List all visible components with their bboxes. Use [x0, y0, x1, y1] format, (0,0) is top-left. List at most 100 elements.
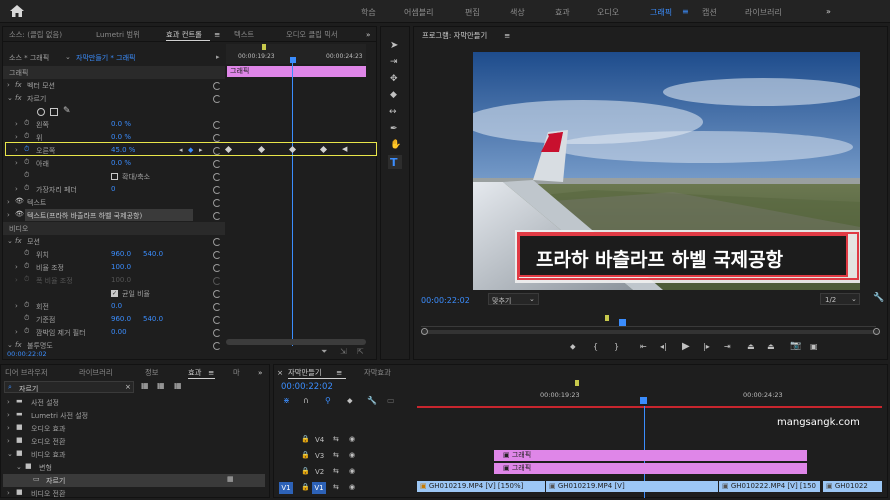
reset-icon[interactable] [213, 316, 221, 324]
tab-menu-icon[interactable]: ≡ [214, 30, 220, 39]
expand-arrow-icon[interactable]: › [15, 120, 18, 128]
reset-icon[interactable] [213, 95, 221, 103]
export-icon[interactable]: ⇱ [357, 347, 364, 356]
track-header-v3[interactable]: 🔒 V3 ⇆ ◉ [279, 448, 414, 464]
tab-info[interactable]: 정보 [145, 368, 158, 378]
layer-label[interactable]: 텍스트(프라하 바츨라프 하벨 국제공항) [27, 211, 142, 221]
graphic-clip-v3[interactable]: ▣ 그래픽 [494, 450, 807, 461]
tab-sequence[interactable]: 자막효과 [364, 368, 391, 378]
expand-arrow-icon[interactable]: › [15, 133, 18, 141]
sync-lock-icon[interactable]: ⇆ [333, 435, 339, 443]
lock-icon[interactable]: 🔒 [301, 435, 310, 443]
tree-item[interactable]: › ■ 비디오 전환 [3, 487, 265, 500]
add-marker-icon[interactable]: ⬥ [570, 342, 576, 352]
type-tool-icon[interactable]: T [390, 156, 398, 169]
tree-item[interactable]: ⌄ ■ 비디오 효과 [3, 448, 265, 461]
tab-menu-icon[interactable]: ≡ [336, 368, 342, 377]
playhead-marker[interactable] [290, 57, 296, 63]
lift-icon[interactable]: ⏏ [747, 342, 755, 351]
tab-markers[interactable]: 마 [233, 368, 240, 378]
reset-icon[interactable] [213, 303, 221, 311]
reset-icon[interactable] [213, 342, 221, 350]
sync-lock-icon[interactable]: ⇆ [333, 451, 339, 459]
property-value[interactable]: 960.0 [111, 315, 131, 323]
zoom-handle-right[interactable] [873, 328, 880, 335]
track-target-v1[interactable]: V1 [312, 482, 326, 494]
property-value-2[interactable]: 540.0 [143, 250, 163, 258]
pen-tool-icon[interactable]: ✒ [390, 124, 398, 134]
ripple-edit-tool-icon[interactable]: ✥ [390, 74, 398, 84]
razor-tool-icon[interactable]: ◆ [390, 90, 397, 100]
hand-tool-icon[interactable]: ✋ [390, 140, 401, 150]
fx-icon[interactable]: fx [15, 237, 22, 245]
expand-arrow-icon[interactable]: › [7, 211, 10, 219]
filter-icon[interactable]: ⏷ [321, 347, 327, 357]
zoom-scrollbar[interactable] [226, 339, 366, 345]
tab-media-browser[interactable]: 디어 브라우저 [5, 368, 48, 378]
caption-box[interactable]: 프라하 바츨라프 하벨 국제공항 [518, 234, 848, 277]
stopwatch-icon[interactable]: ⏱ [24, 119, 29, 128]
eye-icon[interactable]: ◉ [349, 451, 355, 459]
tab-text[interactable]: 텍스트 [234, 30, 254, 40]
chevron-down-icon[interactable]: ⌄ [65, 53, 71, 66]
tree-item[interactable]: › ▬ Lumetri 사전 설정 [3, 409, 265, 422]
workspace-tab[interactable]: 편집 [465, 7, 480, 18]
workspace-tab[interactable]: 색상 [510, 7, 525, 18]
comparison-view-icon[interactable]: ▣ [810, 342, 818, 351]
video-clip[interactable]: ▣ GH010219.MP4 [V] [150%] [417, 481, 545, 492]
workspace-menu-icon[interactable]: ≡ [682, 7, 689, 16]
reset-icon[interactable] [213, 329, 221, 337]
reset-icon[interactable] [213, 82, 221, 90]
selection-tool-icon[interactable]: ➤ [390, 40, 398, 51]
lock-icon[interactable]: 🔒 [301, 483, 310, 491]
stopwatch-icon[interactable]: ⏱ [24, 171, 29, 180]
reset-icon[interactable] [213, 264, 221, 272]
source-patch-v1[interactable]: V1 [279, 482, 293, 494]
ellipse-mask-icon[interactable] [37, 108, 45, 116]
reset-icon[interactable] [213, 212, 221, 220]
expand-arrow-icon[interactable]: › [15, 263, 18, 271]
video-clip[interactable]: ▣ GH010222.MP4 [V] [150 [719, 481, 820, 492]
linked-selection-icon[interactable]: ⚲ [325, 396, 331, 405]
video-clip[interactable]: ▣ GH01022 [823, 481, 882, 492]
fit-dropdown[interactable]: 맞추기 ⌄ [488, 293, 539, 305]
zoom-checkbox[interactable] [111, 173, 118, 180]
program-time-ruler[interactable] [421, 315, 876, 327]
video-frame[interactable]: 프라하 바츨라프 하벨 국제공항 [473, 52, 860, 290]
eye-icon[interactable]: ◉ [349, 435, 355, 443]
snap-icon[interactable]: ∩ [303, 396, 309, 405]
expand-arrow-icon[interactable]: › [15, 159, 18, 167]
collapse-arrow-icon[interactable]: ⌄ [7, 94, 13, 102]
work-area-bar[interactable] [417, 406, 882, 408]
workspace-tab[interactable]: 효과 [555, 7, 570, 18]
step-back-icon[interactable]: ◂| [660, 342, 667, 351]
tab-audio-clip-mixer[interactable]: 오디오 클립 믹서 [286, 30, 338, 40]
stopwatch-icon[interactable]: ⏱ [24, 158, 29, 167]
workspace-tab[interactable]: 학습 [361, 7, 376, 18]
rectangle-mask-icon[interactable] [50, 108, 58, 116]
timeline-timecode[interactable]: 00:00:22:02 [281, 382, 333, 392]
reset-icon[interactable] [213, 160, 221, 168]
panel-menu-icon[interactable]: ≡ [504, 31, 510, 40]
home-icon[interactable] [10, 5, 24, 17]
lock-icon[interactable]: 🔒 [301, 451, 310, 459]
reset-icon[interactable] [213, 121, 221, 129]
tab-effects[interactable]: 효과 [188, 368, 201, 378]
stopwatch-icon[interactable]: ⏱ [24, 301, 29, 310]
program-title[interactable]: 프로그램: 자막만들기 [422, 31, 487, 41]
video-clip[interactable]: ▣ GH010219.MP4 [V] [546, 481, 718, 492]
reset-icon[interactable] [213, 173, 221, 181]
expand-arrow-icon[interactable]: › [7, 81, 10, 89]
current-time[interactable]: 00:00:22:02 [7, 350, 47, 358]
reset-icon[interactable] [213, 186, 221, 194]
property-value[interactable]: 0.00 [111, 328, 127, 336]
track-header-v4[interactable]: 🔒 V4 ⇆ ◉ [279, 432, 414, 448]
tab-source[interactable]: 소스: (클립 없음) [9, 30, 62, 40]
track-select-tool-icon[interactable]: ⇥ [390, 57, 398, 67]
tree-item[interactable]: ⌄ ■ 변형 [3, 461, 265, 474]
step-forward-icon[interactable]: |▸ [703, 342, 710, 351]
close-tab-icon[interactable]: × [277, 368, 283, 377]
stopwatch-icon[interactable]: ⏱ [24, 132, 29, 141]
eye-icon[interactable]: ◉ [349, 467, 355, 475]
nest-toggle-icon[interactable]: ⋇ [283, 396, 290, 405]
